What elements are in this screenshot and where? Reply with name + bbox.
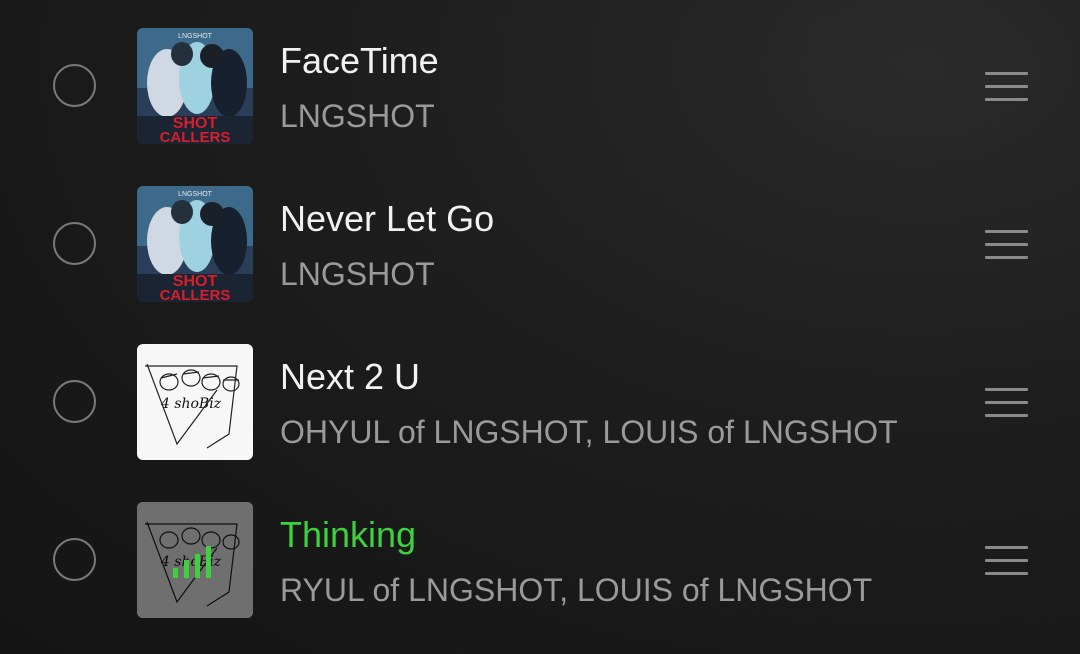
track-row-playing[interactable]: 4 shoBiz Thinking RYUL of LNGSHOT, LOUIS… (0, 481, 1080, 639)
album-art: 4 shoBiz (137, 344, 253, 460)
track-title: Never Let Go (280, 198, 495, 239)
album-art: 4 shoBiz (137, 502, 253, 618)
track-title: FaceTime (280, 40, 439, 81)
drag-handle-icon[interactable] (985, 72, 1028, 102)
drag-handle-icon[interactable] (985, 230, 1028, 260)
select-circle-icon[interactable] (53, 538, 96, 581)
track-title: Thinking (280, 514, 417, 555)
track-row[interactable]: LNGSHOT SHOT CALLERS Never Let Go LNGSHO… (0, 165, 1080, 323)
svg-text:CALLERS: CALLERS (160, 287, 231, 302)
drag-handle-icon[interactable] (985, 388, 1028, 418)
album-art: LNGSHOT SHOT CALLERS (137, 28, 253, 144)
track-title: Next 2 U (280, 356, 421, 397)
svg-text:CALLERS: CALLERS (160, 129, 231, 144)
select-circle-icon[interactable] (53, 64, 96, 107)
svg-text:4 shoBiz: 4 shoBiz (160, 396, 222, 412)
track-row[interactable]: 4 shoBiz Next 2 U OHYUL of LNGSHOT, LOUI… (0, 323, 1080, 481)
track-list: LNGSHOT SHOT CALLERS FaceTime LNGSHOT LN (0, 0, 1080, 654)
track-artist: OHYUL of LNGSHOT, LOUIS of LNGSHOT (280, 414, 898, 450)
svg-text:LNGSHOT: LNGSHOT (178, 191, 213, 198)
select-circle-icon[interactable] (53, 380, 96, 423)
select-circle-icon[interactable] (53, 222, 96, 265)
track-artist: LNGSHOT (280, 256, 435, 292)
track-row[interactable]: LNGSHOT SHOT CALLERS FaceTime LNGSHOT (0, 7, 1080, 165)
svg-text:LNGSHOT: LNGSHOT (178, 33, 213, 40)
drag-handle-icon[interactable] (985, 546, 1028, 576)
track-artist: RYUL of LNGSHOT, LOUIS of LNGSHOT (280, 572, 873, 608)
album-art: LNGSHOT SHOT CALLERS (137, 186, 253, 302)
track-artist: LNGSHOT (280, 98, 435, 134)
